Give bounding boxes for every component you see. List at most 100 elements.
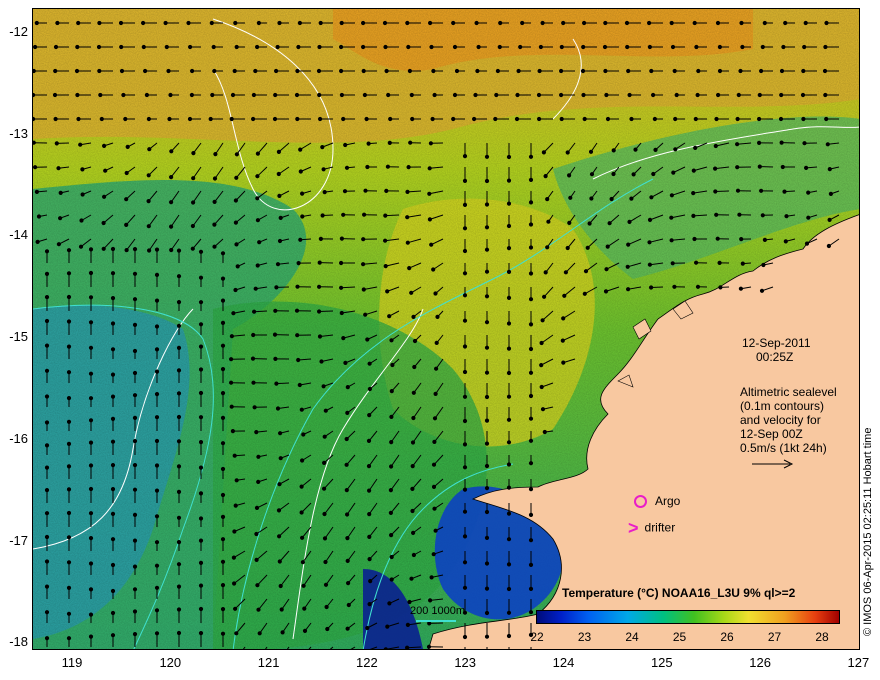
velocity-arrow-head [164, 44, 169, 50]
velocity-arrow-head [762, 20, 767, 26]
velocity-arrow-head [189, 92, 194, 98]
velocity-arrow-head [274, 68, 279, 74]
velocity-arrow-head [735, 188, 741, 193]
velocity-arrow-head [506, 269, 512, 274]
velocity-arrow-head [823, 44, 828, 50]
velocity-arrow-head [341, 336, 346, 341]
velocity-arrow-head [673, 147, 678, 152]
velocity-arrow-head [176, 248, 182, 253]
velocity-arrow-head [409, 92, 414, 98]
velocity-arrow-head [528, 586, 534, 592]
velocity-arrow-head [528, 245, 534, 250]
velocity-arrow-head [514, 116, 520, 122]
velocity-arrow-head [277, 193, 282, 198]
velocity-arrow-head [154, 298, 160, 303]
velocity-arrow-head [384, 188, 389, 193]
velocity-arrow-head [367, 488, 372, 493]
velocity-arrow-head [274, 285, 279, 290]
velocity-arrow-head [88, 612, 94, 617]
velocity-arrow-head [33, 140, 36, 145]
velocity-arrow-head [298, 169, 303, 174]
velocity-arrow-head [462, 154, 468, 159]
velocity-arrow-head [429, 575, 434, 580]
velocity-arrow-head [251, 116, 256, 122]
velocity-arrow-head [66, 510, 72, 516]
velocity-arrow-head [462, 634, 468, 640]
velocity-arrow-head [220, 343, 226, 348]
velocity-arrow-head [361, 68, 366, 74]
velocity-arrow-head [132, 271, 138, 276]
velocity-arrow-head [220, 537, 226, 542]
velocity-arrow-head [322, 511, 327, 517]
velocity-arrow-head [431, 267, 436, 272]
velocity-arrow-head [435, 314, 440, 319]
velocity-arrow-head [154, 247, 160, 252]
velocity-arrow-head [462, 318, 468, 323]
velocity-arrow-head [66, 636, 72, 641]
velocity-arrow-head [539, 340, 544, 346]
velocity-arrow-head [506, 370, 512, 376]
velocity-arrow-head [806, 215, 811, 220]
velocity-arrow-head [66, 585, 72, 591]
velocity-arrow-head [275, 262, 281, 267]
velocity-arrow-head [528, 370, 534, 375]
drifter-chevron-icon: > [628, 518, 639, 538]
velocity-arrow-head [132, 564, 138, 569]
velocity-arrow-head [298, 147, 303, 152]
velocity-arrow-head [738, 68, 743, 74]
velocity-arrow-head [229, 357, 234, 362]
velocity-arrow-head [188, 44, 193, 50]
velocity-arrow-head [294, 308, 300, 313]
velocity-arrow-head [345, 536, 350, 541]
velocity-arrow-head [780, 164, 785, 170]
velocity-arrow-head [66, 560, 72, 565]
velocity-arrow-head [405, 622, 410, 628]
velocity-arrow-head [362, 92, 367, 98]
velocity-arrow-head [669, 238, 674, 243]
velocity-arrow-head [88, 561, 94, 566]
velocity-arrow-head [345, 626, 350, 631]
velocity-arrow-head [321, 167, 326, 172]
velocity-arrow-head [154, 631, 160, 636]
velocity-arrow-head [669, 193, 675, 198]
velocity-arrow-head [318, 236, 323, 241]
velocity-arrow-head [476, 44, 481, 50]
velocity-arrow-head [154, 563, 160, 568]
velocity-arrow-head [718, 285, 723, 290]
velocity-arrow-head [220, 391, 226, 396]
velocity-arrow-head [367, 602, 372, 607]
velocity-arrow-head [484, 294, 490, 299]
velocity-arrow-head [198, 440, 204, 445]
velocity-arrow-head [110, 610, 116, 616]
velocity-arrow-head [110, 296, 116, 301]
velocity-arrow-head [506, 295, 512, 300]
velocity-arrow-head [295, 116, 300, 122]
velocity-arrow-head [762, 237, 768, 242]
velocity-arrow-head [694, 260, 699, 265]
velocity-arrow-head [361, 44, 366, 50]
velocity-arrow-head [411, 530, 416, 536]
velocity-arrow-head [256, 454, 261, 459]
velocity-arrow-head [147, 248, 152, 253]
velocity-arrow-head [53, 44, 59, 50]
velocity-arrow-head [88, 345, 94, 350]
velocity-arrow-head [44, 271, 50, 276]
velocity-arrow-head [388, 116, 393, 122]
velocity-arrow-head [277, 238, 283, 244]
velocity-arrow-head [278, 215, 283, 220]
velocity-arrow-head [405, 20, 410, 26]
velocity-arrow-head [176, 562, 182, 567]
velocity-arrow-head [346, 581, 351, 586]
velocity-arrow-head [539, 363, 544, 368]
velocity-arrow-head [66, 487, 72, 492]
velocity-arrow-head [484, 418, 490, 423]
depth-legend-line [416, 620, 456, 622]
velocity-arrow-head [528, 346, 534, 352]
x-axis-label: 124 [552, 655, 575, 670]
velocity-arrow-head [506, 440, 512, 445]
velocity-arrow-head [166, 68, 171, 74]
velocity-arrow-head [220, 441, 226, 446]
sst-map[interactable] [32, 8, 860, 650]
velocity-arrow-head [536, 92, 542, 98]
velocity-arrow-head [528, 438, 534, 443]
